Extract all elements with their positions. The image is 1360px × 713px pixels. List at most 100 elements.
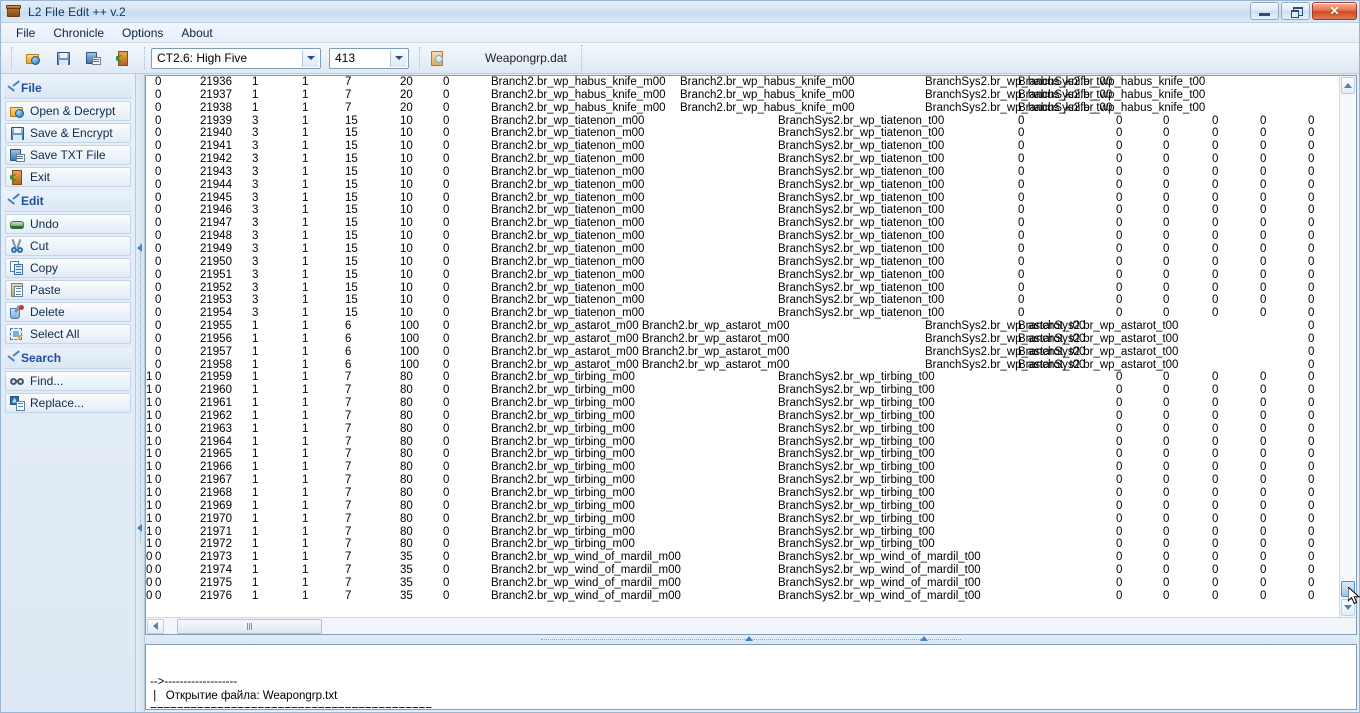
log-splitter[interactable] bbox=[145, 635, 1357, 644]
table-cell[interactable]: BranchSys2.br_wp_wind_of_mardil_t00 bbox=[778, 590, 981, 603]
table-cell[interactable]: Branch2.br_wp_tirbing_m00 bbox=[491, 448, 635, 461]
table-cell[interactable]: 0 bbox=[155, 577, 161, 590]
table-cell[interactable]: 21941 bbox=[200, 140, 232, 153]
table-cell[interactable]: 0 bbox=[1308, 410, 1314, 423]
table-cell[interactable]: 1 bbox=[252, 487, 258, 500]
table-cell[interactable]: 21944 bbox=[200, 179, 232, 192]
table-cell[interactable]: Branch2.br_wp_tiatenon_m00 bbox=[491, 282, 644, 295]
scroll-up-button[interactable] bbox=[1341, 77, 1355, 94]
table-cell[interactable]: Branch2.br_wp_tiatenon_m00 bbox=[491, 140, 644, 153]
table-cell[interactable]: 7 bbox=[345, 500, 351, 513]
table-cell[interactable]: 0 bbox=[1260, 243, 1266, 256]
table-cell[interactable]: 0 bbox=[1163, 115, 1169, 128]
table-cell[interactable]: 0 bbox=[1308, 166, 1314, 179]
table-cell[interactable]: 0 bbox=[1260, 204, 1266, 217]
table-cell[interactable]: 21943 bbox=[200, 166, 232, 179]
table-cell[interactable]: BranchSys2.br_wp_tiatenon_t00 bbox=[778, 140, 944, 153]
table-cell[interactable]: 0 bbox=[1116, 217, 1122, 230]
table-cell[interactable]: 0 bbox=[443, 282, 449, 295]
table-cell[interactable]: 0 bbox=[146, 577, 152, 590]
table-cell[interactable]: 0 bbox=[1308, 500, 1314, 513]
table-cell[interactable]: BranchSys2.br_wp_tiatenon_t00 bbox=[778, 153, 944, 166]
table-cell[interactable]: 0 bbox=[155, 204, 161, 217]
table-cell[interactable]: 0 bbox=[1018, 192, 1024, 205]
table-cell[interactable]: 0 bbox=[1163, 487, 1169, 500]
table-cell[interactable]: 1 bbox=[302, 436, 308, 449]
table-cell[interactable]: 80 bbox=[400, 384, 413, 397]
table-cell[interactable]: 0 bbox=[155, 217, 161, 230]
sidebar-group-header-file[interactable]: File bbox=[4, 78, 132, 99]
splitter-collapse-arrow[interactable] bbox=[745, 636, 753, 641]
table-cell[interactable]: 0 bbox=[1163, 526, 1169, 539]
table-cell[interactable]: 0 bbox=[443, 166, 449, 179]
table-cell[interactable]: 21958 bbox=[200, 359, 232, 372]
table-row[interactable]: 0 21946 3 1 15 10 0 Branch2.br_wp_tiatenon_m00 B… bbox=[146, 204, 1339, 217]
table-cell[interactable]: 15 bbox=[345, 127, 358, 140]
table-cell[interactable]: 1 bbox=[302, 384, 308, 397]
table-cell[interactable]: 0 bbox=[1212, 294, 1218, 307]
table-cell[interactable]: 7 bbox=[345, 577, 351, 590]
table-cell[interactable]: 0 bbox=[155, 346, 161, 359]
table-cell[interactable]: 0 bbox=[146, 590, 152, 603]
table-cell[interactable]: 0 bbox=[1308, 333, 1314, 346]
table-cell[interactable]: 0 bbox=[1260, 384, 1266, 397]
table-cell[interactable]: 3 bbox=[252, 256, 258, 269]
table-cell[interactable]: 0 bbox=[1163, 166, 1169, 179]
table-cell[interactable]: 7 bbox=[345, 102, 351, 115]
chronicle-select[interactable]: CT2.6: High Five bbox=[151, 47, 321, 69]
table-cell[interactable]: 0 bbox=[1260, 577, 1266, 590]
table-cell[interactable]: 1 bbox=[146, 436, 152, 449]
table-cell[interactable]: 0 bbox=[443, 410, 449, 423]
table-cell[interactable]: BranchSys2.br_wp_tirbing_t00 bbox=[778, 500, 935, 513]
table-cell[interactable]: 0 bbox=[1212, 153, 1218, 166]
splitter-collapse-arrow[interactable] bbox=[137, 524, 142, 532]
table-cell[interactable]: 1 bbox=[302, 204, 308, 217]
table-cell[interactable]: 1 bbox=[252, 397, 258, 410]
table-cell[interactable]: 21949 bbox=[200, 243, 232, 256]
table-cell[interactable]: 1 bbox=[146, 474, 152, 487]
table-cell[interactable]: 0 bbox=[1308, 448, 1314, 461]
table-cell[interactable]: 1 bbox=[146, 513, 152, 526]
table-cell[interactable]: 0 bbox=[155, 410, 161, 423]
table-cell[interactable]: 21974 bbox=[200, 564, 232, 577]
table-cell[interactable]: 21957 bbox=[200, 346, 232, 359]
horizontal-scroll-track[interactable] bbox=[165, 618, 1356, 634]
table-cell[interactable]: 1 bbox=[302, 526, 308, 539]
table-cell[interactable]: 21964 bbox=[200, 436, 232, 449]
table-cell[interactable]: 0 bbox=[1212, 397, 1218, 410]
table-cell[interactable]: BranchSys2.br_wp_tiatenon_t00 bbox=[778, 166, 944, 179]
table-row[interactable]: 0 21962 1 1 7 80 0 Branch2.br_wp_tirbing_m00 Bra… bbox=[146, 410, 1339, 423]
table-cell[interactable]: 21948 bbox=[200, 230, 232, 243]
table-row[interactable]: 0 21973 1 1 7 35 0 Branch2.br_wp_wind_of_mardil… bbox=[146, 551, 1339, 564]
table-row[interactable]: 0 21945 3 1 15 10 0 Branch2.br_wp_tiatenon_m00 B… bbox=[146, 192, 1339, 205]
table-cell[interactable]: 0 bbox=[1308, 307, 1314, 320]
table-cell[interactable]: 7 bbox=[345, 564, 351, 577]
splitter-collapse-arrow[interactable] bbox=[137, 244, 142, 252]
table-cell[interactable]: 0 bbox=[1308, 269, 1314, 282]
table-cell[interactable]: 0 bbox=[1260, 487, 1266, 500]
horizontal-scroll-thumb[interactable] bbox=[177, 618, 322, 634]
table-cell[interactable]: 0 bbox=[1018, 140, 1024, 153]
table-cell[interactable]: Branch2.br_wp_habus_knife_m00 bbox=[491, 76, 666, 89]
table-cell[interactable]: 0 bbox=[155, 384, 161, 397]
table-cell[interactable]: 0 bbox=[155, 359, 161, 372]
table-cell[interactable]: 0 bbox=[1163, 384, 1169, 397]
table-cell[interactable]: 0 bbox=[1116, 461, 1122, 474]
table-cell[interactable]: 1 bbox=[252, 551, 258, 564]
table-cell[interactable]: 21936 bbox=[200, 76, 232, 89]
table-cell[interactable]: 3 bbox=[252, 204, 258, 217]
table-cell[interactable]: 0 bbox=[1212, 256, 1218, 269]
table-cell[interactable]: 0 bbox=[1308, 487, 1314, 500]
table-cell[interactable]: 21952 bbox=[200, 282, 232, 295]
table-cell[interactable]: 3 bbox=[252, 269, 258, 282]
table-cell[interactable]: 0 bbox=[1116, 269, 1122, 282]
table-cell[interactable]: 0 bbox=[1116, 153, 1122, 166]
table-cell[interactable]: 0 bbox=[1212, 384, 1218, 397]
table-cell[interactable]: 0 bbox=[155, 487, 161, 500]
table-cell[interactable]: 1 bbox=[302, 294, 308, 307]
table-cell[interactable]: 0 bbox=[1260, 513, 1266, 526]
table-cell[interactable]: 10 bbox=[400, 269, 413, 282]
table-cell[interactable]: 0 bbox=[1116, 140, 1122, 153]
table-cell[interactable]: 0 bbox=[1018, 269, 1024, 282]
table-cell[interactable]: 0 bbox=[1018, 166, 1024, 179]
